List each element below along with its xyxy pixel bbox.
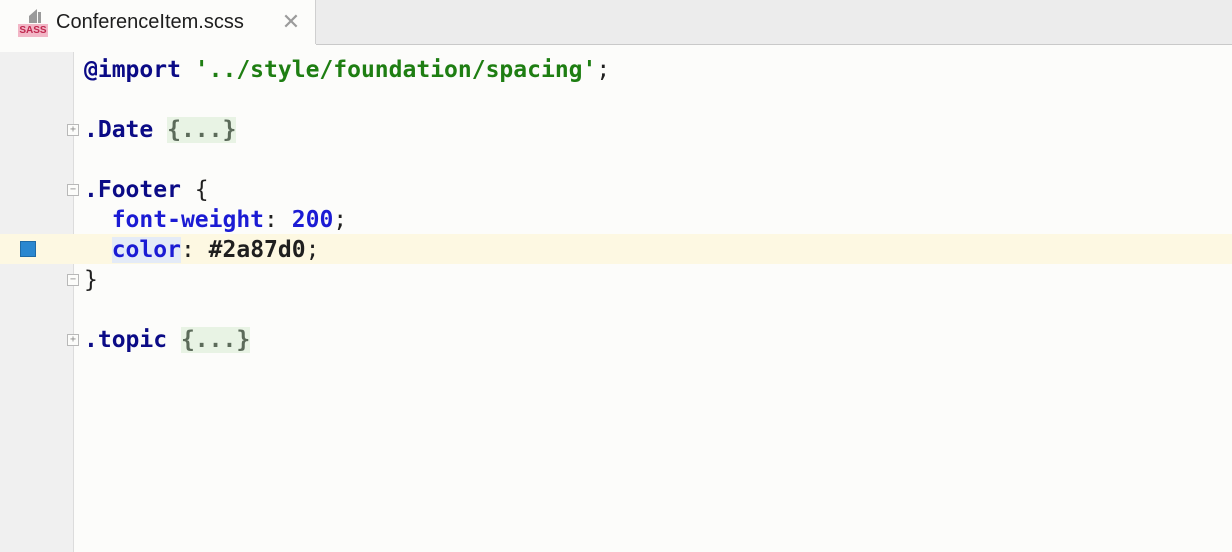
selector-footer: .Footer [84, 177, 181, 203]
import-path-string: '../style/foundation/spacing' [194, 57, 597, 83]
open-brace: { [194, 177, 209, 203]
code-editor[interactable] [75, 52, 1232, 552]
value-color-hex: #2a87d0 [208, 237, 306, 263]
colon: : [180, 237, 195, 263]
color-preview-swatch[interactable] [20, 241, 36, 257]
code-line-font-weight[interactable]: font-weight: 200; [84, 205, 347, 235]
fold-end-icon[interactable]: − [67, 274, 79, 286]
code-line-footer[interactable]: .Footer { [84, 175, 209, 205]
fold-collapse-icon[interactable]: − [67, 184, 79, 196]
semicolon: ; [305, 237, 320, 263]
selector-date: .Date [84, 117, 154, 143]
folded-block[interactable]: {...} [167, 117, 237, 143]
tab-filename: ConferenceItem.scss [56, 11, 244, 33]
sass-file-icon: SASS [18, 7, 50, 39]
value-200: 200 [291, 207, 334, 233]
import-keyword: @import [84, 57, 181, 83]
editor-tab-conferenceitem[interactable]: SASS ConferenceItem.scss ✕ [0, 0, 316, 45]
fold-expand-icon[interactable]: + [67, 334, 79, 346]
code-line-close-brace[interactable]: } [84, 265, 98, 295]
code-line-1[interactable]: @import '../style/foundation/spacing'; [84, 55, 610, 85]
editor-gutter[interactable] [0, 52, 74, 552]
code-line-color[interactable]: color: #2a87d0; [84, 235, 319, 265]
close-brace: } [84, 267, 98, 293]
active-tab-indicator [0, 44, 316, 52]
close-icon[interactable]: ✕ [280, 11, 302, 33]
code-line-topic[interactable]: .topic {...} [84, 325, 251, 355]
editor-tab-bar: SASS ConferenceItem.scss ✕ [0, 0, 1232, 45]
property-color: color [111, 237, 181, 263]
sass-badge: SASS [18, 24, 48, 37]
property-font-weight: font-weight [111, 207, 265, 233]
semicolon: ; [333, 207, 348, 233]
colon: : [264, 207, 278, 233]
semicolon: ; [596, 57, 611, 83]
selector-topic: .topic [84, 327, 168, 353]
code-line-date[interactable]: .Date {...} [84, 115, 237, 145]
folded-block[interactable]: {...} [180, 327, 251, 353]
fold-expand-icon[interactable]: + [67, 124, 79, 136]
